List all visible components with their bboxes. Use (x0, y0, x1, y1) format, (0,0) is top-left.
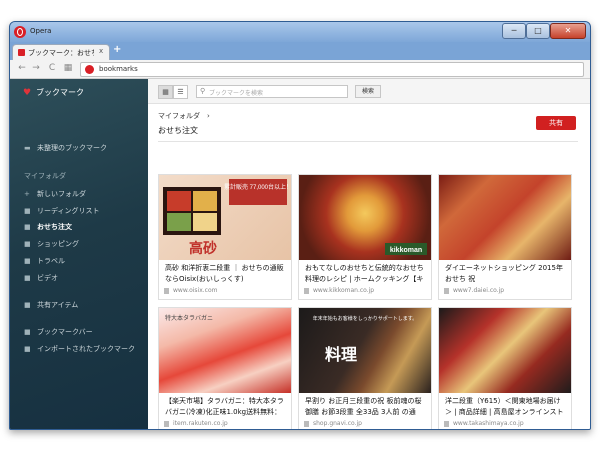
bookmark-thumbnail: 年末年始もお客様をしっかりサポートします。 料理 (299, 308, 431, 393)
app-title: Opera (30, 27, 52, 35)
list-view-icon[interactable]: ☰ (173, 85, 188, 99)
reload-button[interactable]: C (46, 63, 58, 73)
bookmark-thumbnail (439, 175, 571, 260)
thumb-crab-text: 特大本タラバガニ (165, 314, 213, 322)
sidebar-item-bookmarks-bar[interactable]: ■ ブックマークバー (24, 327, 93, 337)
folder-icon: ■ (24, 240, 31, 248)
thumb-sales-text: 累計販売 77,000台以上！ (224, 183, 291, 191)
page-icon (304, 288, 309, 294)
crab-legs-image: 特大本タラバガニ (165, 314, 213, 322)
tab-label: ブックマーク：おせち注 (28, 49, 94, 57)
sidebar-item-reading-list[interactable]: ■ リーディングリスト (24, 206, 100, 216)
sidebar-item-new-folder[interactable]: + 新しいフォルダ (24, 189, 86, 199)
search-input[interactable]: ⚲ ブックマークを検索 (196, 85, 348, 98)
bookmark-title: 高砂 和洋折衷二段重 ｜ おせちの通販ならOisix(おいしっくす) (165, 264, 284, 283)
thumb-brand-text: 高砂 (189, 240, 217, 257)
bookmark-thumbnail: 特大本タラバガニ (159, 308, 291, 393)
thumb-ryori-text: 料理 (325, 345, 357, 364)
bookmark-card[interactable]: ダイエーネットショッピング 2015年おせち 祝 www7.daiei.co.j… (438, 174, 572, 300)
page-icon (444, 288, 449, 294)
bookmark-url: www7.daiei.co.jp (453, 287, 505, 294)
bookmark-thumbnail: 累計販売 77,000台以上！ 高砂 (159, 175, 291, 260)
tab-bar: ブックマーク：おせち注 x + (10, 42, 590, 61)
bookmarks-main: ▦ ☰ ⚲ ブックマークを検索 検索 マイフォルダ › おせち注文 共有 累計販… (148, 79, 590, 429)
grid-view-icon[interactable]: ▦ (158, 85, 173, 99)
sidebar-section-my-folders: マイフォルダ (24, 172, 66, 180)
kikkoman-logo-text: kikkoman (390, 247, 422, 254)
osechi-dish-image: kikkoman (385, 243, 427, 255)
bookmark-url: www.takashimaya.co.jp (453, 420, 524, 427)
folder-icon: ■ (24, 257, 31, 265)
page-icon (164, 421, 169, 427)
browser-window: Opera ─ □ ✕ ブックマーク：おせち注 x + ← → C ▦ book… (9, 21, 591, 430)
sidebar-item-travel[interactable]: ■ トラベル (24, 256, 65, 266)
folder-icon: ■ (24, 301, 31, 309)
folder-icon: ■ (24, 328, 31, 336)
bookmark-url: www.kikkoman.co.jp (313, 287, 375, 294)
opera-logo-icon[interactable] (14, 26, 26, 38)
bookmarks-toolbar: ▦ ☰ ⚲ ブックマークを検索 検索 (148, 79, 590, 104)
search-button[interactable]: 検索 (355, 85, 381, 98)
bookmark-title: おもてなしのおせちと伝統的なおせち料理のレシピ | ホームクッキング【キッコ..… (305, 264, 424, 283)
speed-dial-grid-icon[interactable]: ▦ (62, 63, 74, 73)
tab-close-icon[interactable]: x (99, 47, 103, 55)
maximize-button[interactable]: □ (526, 23, 550, 39)
folder-icon: ■ (24, 274, 31, 282)
bookmark-card[interactable]: 洋二段重（Y615）＜関東地場お届け＞ | 商品詳細 | 高島屋オンラインストア… (438, 307, 572, 429)
bookmark-favicon-icon (18, 49, 25, 56)
new-tab-button[interactable]: + (113, 44, 121, 55)
folder-icon: ■ (24, 223, 31, 231)
opera-badge-icon (85, 65, 94, 74)
minimize-button[interactable]: ─ (502, 23, 526, 39)
close-window-button[interactable]: ✕ (550, 23, 586, 39)
bookmark-icon: ▬ (24, 144, 31, 152)
folder-icon: ■ (24, 207, 31, 215)
divider (158, 141, 578, 142)
address-bar[interactable]: bookmarks (80, 62, 584, 77)
bookmark-url: www.oisix.com (173, 287, 218, 294)
forward-button[interactable]: → (30, 63, 42, 73)
bookmark-thumbnail: kikkoman (299, 175, 431, 260)
folder-icon: ■ (24, 345, 31, 353)
thumb-support-text: 年末年始もお客様をしっかりサポートします。 (313, 315, 418, 322)
bookmark-card[interactable]: 特大本タラバガニ 【楽天市場】タラバガニ：特大本タラバガニ(冷凍)化正味1.0k… (158, 307, 292, 429)
page-icon (304, 421, 309, 427)
bookmark-title: ダイエーネットショッピング 2015年おせち 祝 (445, 264, 563, 283)
bookmark-title: 【楽天市場】タラバガニ：特大本タラバガニ(冷凍)化正味1.0kg送料無料：島の.… (165, 397, 284, 416)
search-icon: ⚲ (200, 87, 206, 95)
bookmark-card[interactable]: kikkoman おもてなしのおせちと伝統的なおせち料理のレシピ | ホームクッ… (298, 174, 432, 300)
plus-icon: + (24, 190, 30, 198)
sidebar-title: ブックマーク (36, 88, 84, 97)
page-title: おせち注文 (158, 126, 198, 135)
sidebar-item-unsorted[interactable]: ▬ 未整理のブックマーク (24, 143, 107, 153)
bookmark-title: 洋二段重（Y615）＜関東地場お届け＞ | 商品詳細 | 高島屋オンラインストア (445, 397, 564, 416)
page-icon (444, 421, 449, 427)
share-button[interactable]: 共有 (536, 116, 576, 130)
osechi-box-image: 累計販売 77,000台以上！ 高砂 (163, 179, 291, 257)
bookmark-url: shop.gnavi.co.jp (313, 420, 362, 427)
bookmark-title: 早割り お正月三段重の祝 板前魂の桜御膳 お節3段重 全33品 3人前 の通販.… (305, 397, 422, 416)
heart-icon: ♥ (23, 88, 32, 98)
sidebar-item-shared[interactable]: ■ 共有アイテム (24, 300, 78, 310)
sidebar-item-video[interactable]: ■ ビデオ (24, 273, 58, 283)
bookmark-card[interactable]: 年末年始もお客様をしっかりサポートします。 料理 早割り お正月三段重の祝 板前… (298, 307, 432, 429)
breadcrumb[interactable]: マイフォルダ › (158, 111, 210, 121)
navigation-toolbar: ← → C ▦ bookmarks (10, 60, 590, 79)
search-placeholder: ブックマークを検索 (209, 90, 264, 97)
bookmark-url: item.rakuten.co.jp (173, 420, 228, 427)
page-icon (164, 288, 169, 294)
sidebar-item-imported[interactable]: ■ インポートされたブックマーク (24, 344, 135, 354)
sidebar-item-shopping[interactable]: ■ ショッピング (24, 239, 79, 249)
address-text: bookmarks (99, 65, 138, 73)
kaiseki-image: 年末年始もお客様をしっかりサポートします。 料理 (313, 315, 418, 364)
title-bar[interactable]: Opera ─ □ ✕ (10, 22, 590, 42)
back-button[interactable]: ← (16, 63, 28, 73)
bookmarks-sidebar: ♥ ブックマーク ▬ 未整理のブックマーク マイフォルダ + 新しいフォルダ ■ リー… (10, 79, 148, 429)
tab-bookmarks[interactable]: ブックマーク：おせち注 x (12, 44, 110, 61)
bookmark-card[interactable]: 累計販売 77,000台以上！ 高砂 高砂 和洋折衷二段重 ｜ おせちの通販なら… (158, 174, 292, 300)
bookmark-thumbnail (439, 308, 571, 393)
sidebar-item-osechi[interactable]: ■ おせち注文 (24, 222, 72, 232)
